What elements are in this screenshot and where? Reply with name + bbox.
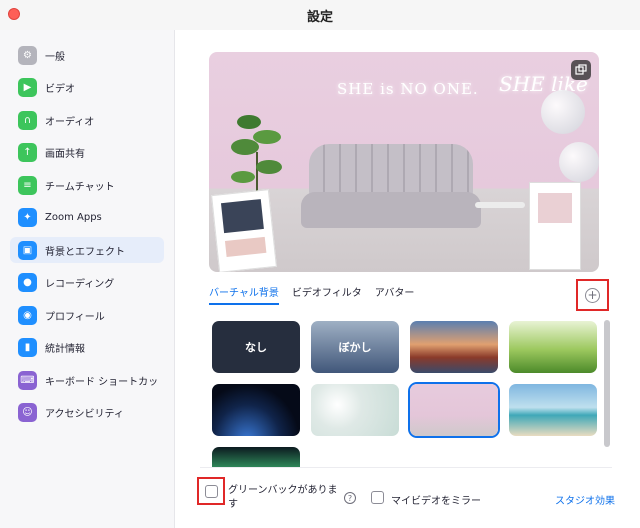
settings-sidebar: ⚙ 一般 ▶ ビデオ ∩ オーディオ ↑ 画面共有 ≡ チームチャット ✦ Zoom Apps ▣ 背景と… xyxy=(0,30,175,528)
neon-sign-text: SHE is NO ONE. xyxy=(337,80,479,98)
video-preview: SHE is NO ONE. SHE like xyxy=(209,52,599,272)
chat-bubble-icon: ≡ xyxy=(18,175,37,195)
sidebar-item-headphones[interactable]: ∩ オーディオ xyxy=(10,107,164,133)
picture-in-picture-icon xyxy=(575,64,587,75)
background-living-room[interactable] xyxy=(410,384,498,436)
add-background-button[interactable]: + xyxy=(576,279,609,311)
screen-share-icon: ↑ xyxy=(18,143,37,162)
sidebar-item-label: オーディオ xyxy=(45,116,95,128)
background-grid-scrollbar[interactable] xyxy=(604,320,610,447)
sidebar-item-label: Zoom Apps xyxy=(45,212,102,223)
sofa xyxy=(301,192,481,228)
headphones-icon: ∩ xyxy=(18,110,37,130)
background-label: なし xyxy=(245,341,267,354)
sidebar-item-accessibility[interactable]: ☺ アクセシビリティ xyxy=(10,400,164,426)
person-background-icon: ▣ xyxy=(18,240,37,260)
window-title: 設定 xyxy=(306,9,333,25)
sidebar-item-label: チームチャット xyxy=(45,181,115,193)
sidebar-item-bar-chart[interactable]: ▮ 統計情報 xyxy=(10,335,164,361)
sidebar-item-screen-share[interactable]: ↑ 画面共有 xyxy=(10,140,164,166)
video-camera-icon: ▶ xyxy=(18,78,37,97)
art-frame-left xyxy=(211,189,277,272)
side-table xyxy=(475,202,525,208)
preview-toggle-button[interactable] xyxy=(571,60,591,80)
background-golden-gate[interactable] xyxy=(410,321,498,373)
sidebar-item-label: ビデオ xyxy=(45,84,75,95)
background-earth[interactable] xyxy=(212,384,300,436)
tab-video-filter[interactable]: ビデオフィルタ xyxy=(292,284,362,305)
tab-avatar[interactable]: アバター xyxy=(375,284,415,305)
background-blur[interactable]: ぼかし xyxy=(311,321,399,373)
background-grid: なし ぼかし xyxy=(200,318,612,468)
sidebar-item-label: 統計情報 xyxy=(45,344,85,355)
sidebar-item-video-camera[interactable]: ▶ ビデオ xyxy=(10,75,164,101)
sidebar-item-label: 画面共有 xyxy=(45,149,85,160)
sidebar-item-chat-bubble[interactable]: ≡ チームチャット xyxy=(10,172,164,198)
background-bokeh[interactable] xyxy=(311,384,399,436)
green-screen-checkbox[interactable] xyxy=(204,484,218,498)
sidebar-item-label: レコーディング xyxy=(45,279,115,290)
gear-icon: ⚙ xyxy=(18,45,37,65)
background-beach[interactable] xyxy=(509,384,597,436)
apps-icon: ✦ xyxy=(18,208,37,227)
profile-icon: ◉ xyxy=(18,305,37,325)
sidebar-item-gear[interactable]: ⚙ 一般 xyxy=(10,42,164,68)
mirror-video-checkbox[interactable] xyxy=(371,491,384,504)
record-icon: ● xyxy=(18,273,37,292)
green-screen-checkbox-wrapper[interactable] xyxy=(197,477,225,505)
background-grass[interactable] xyxy=(509,321,597,373)
background-none[interactable]: なし xyxy=(212,321,300,373)
sidebar-item-profile[interactable]: ◉ プロフィール xyxy=(10,302,164,328)
help-icon[interactable]: ? xyxy=(344,492,356,504)
green-screen-label: グリーンバックがあります xyxy=(228,485,338,510)
sidebar-item-label: 背景とエフェクト xyxy=(45,246,125,258)
art-frame-right xyxy=(529,182,581,270)
close-window-button[interactable] xyxy=(8,8,20,20)
background-effects-panel: SHE is NO ONE. SHE like バーチャル背景 ビデオフィルタ … xyxy=(176,30,640,528)
plus-icon: + xyxy=(585,287,600,303)
sofa-back xyxy=(309,144,473,196)
background-label: ぼかし xyxy=(338,341,372,354)
background-aurora[interactable] xyxy=(212,447,300,467)
balloon xyxy=(541,90,585,134)
mirror-video-label: マイビデオをミラー xyxy=(391,496,481,507)
sidebar-item-label: アクセシビリティ xyxy=(45,409,124,420)
bar-chart-icon: ▮ xyxy=(18,338,37,357)
sidebar-item-record[interactable]: ● レコーディング xyxy=(10,270,164,296)
sidebar-item-person-background[interactable]: ▣ 背景とエフェクト xyxy=(10,237,164,263)
sidebar-item-label: キーボード ショートカッ xyxy=(45,376,159,388)
background-tabs: バーチャル背景 ビデオフィルタ アバター xyxy=(209,284,414,305)
keyboard-icon: ⌨ xyxy=(18,370,37,390)
tab-virtual-background[interactable]: バーチャル背景 xyxy=(209,284,279,305)
accessibility-icon: ☺ xyxy=(18,403,37,422)
studio-effects-link[interactable]: スタジオ効果 xyxy=(555,492,615,507)
balloon xyxy=(559,142,599,182)
title-bar: 設定 xyxy=(0,0,640,30)
sidebar-item-keyboard[interactable]: ⌨ キーボード ショートカッ xyxy=(10,367,164,393)
sidebar-item-apps[interactable]: ✦ Zoom Apps xyxy=(10,205,164,231)
sidebar-item-label: 一般 xyxy=(45,51,65,63)
sidebar-item-label: プロフィール xyxy=(45,311,105,323)
